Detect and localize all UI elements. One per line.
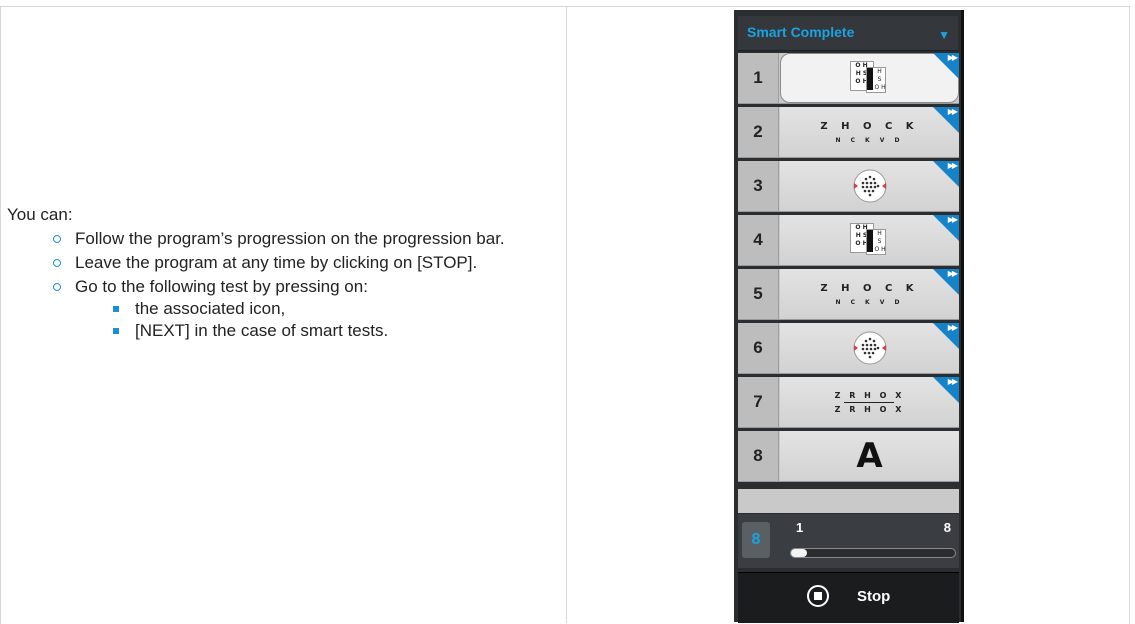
test-number: 2 bbox=[738, 107, 779, 157]
instructions-intro: You can: bbox=[7, 205, 73, 224]
instructions-text: You can: Follow the program’s progressio… bbox=[7, 204, 552, 342]
test-number: 7 bbox=[738, 377, 779, 427]
test-number: 4 bbox=[738, 215, 779, 265]
sub-list: the associated icon, [NEXT] in the case … bbox=[75, 298, 552, 342]
progress-track bbox=[790, 548, 956, 558]
program-selector[interactable]: Smart Complete ▼ bbox=[738, 16, 958, 51]
stop-label: Stop bbox=[857, 588, 891, 605]
test-row-5[interactable]: 5 Z H O C K N C K V D ▶▶ bbox=[738, 269, 959, 320]
letters-line-1: Z R H O X bbox=[834, 390, 905, 400]
chart-card-right: H S O H bbox=[865, 67, 886, 93]
program-title: Smart Complete bbox=[747, 24, 855, 40]
fast-forward-icon[interactable]: ▶▶ bbox=[933, 323, 959, 349]
test-row-7[interactable]: 7 Z R H O X Z R H O X ▶▶ bbox=[738, 377, 959, 428]
list-item: Leave the program at any time by clickin… bbox=[53, 252, 552, 274]
list-item: Follow the program’s progression on the … bbox=[53, 228, 552, 250]
scrollbar[interactable] bbox=[961, 10, 964, 622]
stop-button[interactable]: Stop bbox=[738, 572, 959, 623]
test-number: 8 bbox=[738, 431, 779, 481]
column-divider bbox=[566, 6, 567, 623]
letters-line-1: Z H O C K bbox=[820, 120, 919, 132]
test-list: 1 O H H S O H H S O H ▶▶ 2 Z H O C K N C… bbox=[738, 53, 959, 485]
fast-forward-icon[interactable]: ▶▶ bbox=[933, 107, 959, 133]
test-number: 5 bbox=[738, 269, 779, 319]
test-row-4[interactable]: 4 O H H S O H H S O H ▶▶ bbox=[738, 215, 959, 266]
progress-start: 1 bbox=[796, 520, 804, 535]
letters-line-2: N C K V D bbox=[835, 136, 904, 144]
fast-forward-icon[interactable]: ▶▶ bbox=[933, 269, 959, 295]
fast-forward-icon[interactable]: ▶▶ bbox=[933, 161, 959, 187]
test-row-6[interactable]: 6 ▶▶ bbox=[738, 323, 959, 374]
fast-forward-icon[interactable]: ▶▶ bbox=[933, 215, 959, 241]
letters-line-1: Z H O C K bbox=[820, 282, 919, 294]
letters-line-2: Z R H O X bbox=[834, 404, 905, 414]
stop-icon bbox=[807, 585, 829, 607]
link-icon[interactable]: 8 bbox=[742, 522, 770, 558]
big-letter: A bbox=[856, 436, 883, 476]
triangle-down-icon: ▼ bbox=[938, 28, 950, 42]
test-number: 6 bbox=[738, 323, 779, 373]
progression-bar: 8 1 8 bbox=[738, 514, 959, 568]
instructions-list: Follow the program’s progression on the … bbox=[7, 228, 552, 342]
test-program-panel: Smart Complete ▼ 1 O H H S O H H S O H ▶… bbox=[734, 10, 964, 623]
empty-slot bbox=[738, 489, 959, 513]
test-row-1[interactable]: 1 O H H S O H H S O H ▶▶ bbox=[738, 53, 959, 104]
test-number: 1 bbox=[738, 53, 779, 103]
test-row-8[interactable]: 8 A bbox=[738, 431, 959, 482]
sub-list-item: [NEXT] in the case of smart tests. bbox=[113, 320, 552, 342]
test-number: 3 bbox=[738, 161, 779, 211]
list-item-text: Go to the following test by pressing on: bbox=[75, 277, 368, 296]
list-item: Go to the following test by pressing on:… bbox=[53, 276, 552, 342]
letters-line-2: N C K V D bbox=[835, 298, 904, 306]
test-row-3[interactable]: 3 ▶▶ bbox=[738, 161, 959, 212]
test-row-2[interactable]: 2 Z H O C K N C K V D ▶▶ bbox=[738, 107, 959, 158]
fast-forward-icon[interactable]: ▶▶ bbox=[933, 377, 959, 403]
progress-end: 8 bbox=[943, 520, 951, 535]
big-letter-icon[interactable]: A bbox=[780, 431, 959, 481]
split-divider bbox=[844, 401, 895, 403]
chart-card-right: H S O H bbox=[865, 229, 886, 255]
fast-forward-icon[interactable]: ▶▶ bbox=[933, 53, 959, 79]
sub-list-item: the associated icon, bbox=[113, 298, 552, 320]
progress-fill bbox=[791, 549, 808, 557]
